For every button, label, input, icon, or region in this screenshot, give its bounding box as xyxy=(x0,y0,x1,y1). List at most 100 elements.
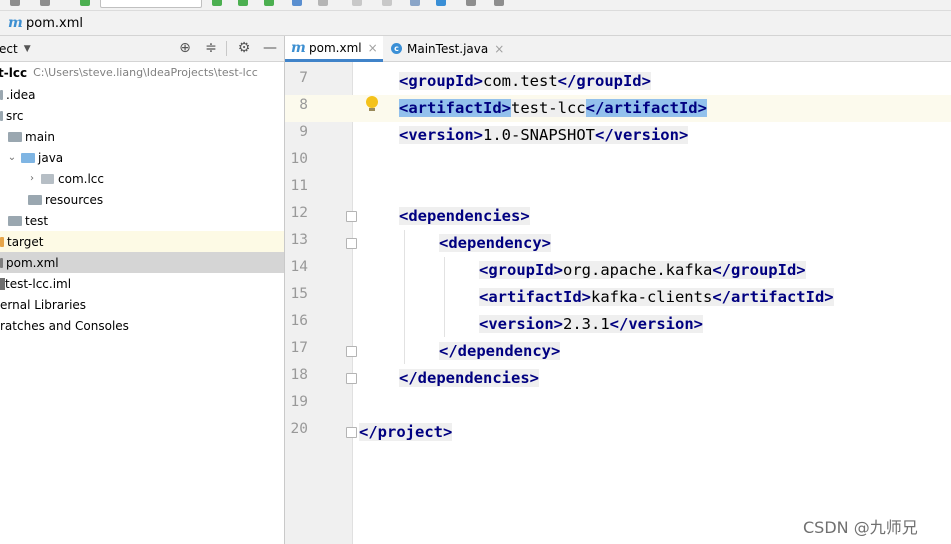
fold-marker[interactable] xyxy=(346,211,357,222)
chevron-right-icon[interactable]: › xyxy=(26,173,38,184)
fold-marker[interactable] xyxy=(346,373,357,384)
code-line-8: <artifactId>test-lcc</artifactId> xyxy=(399,95,707,122)
xml-tag: </artifactId> xyxy=(712,288,834,306)
xml-tag: </groupId> xyxy=(557,72,651,90)
search-icon[interactable] xyxy=(494,0,504,6)
forward-icon[interactable] xyxy=(40,0,50,6)
tree-item-external-libraries[interactable]: ernal Libraries xyxy=(0,294,284,315)
maven-m-icon: m xyxy=(291,39,306,56)
close-icon[interactable]: × xyxy=(494,42,504,56)
tree-item-main[interactable]: main xyxy=(0,126,284,147)
project-panel-header: ect ▼ ⊕ ≑ ⚙ — xyxy=(0,36,284,62)
xml-tag: <artifactId> xyxy=(479,288,591,306)
back-icon[interactable] xyxy=(10,0,20,6)
project-tree: t-lcc C:\Users\steve.liang\IdeaProjects\… xyxy=(0,62,284,544)
fold-marker[interactable] xyxy=(346,238,357,249)
xml-tag: <dependencies> xyxy=(399,207,530,225)
tree-item-java[interactable]: ⌄ java xyxy=(0,147,284,168)
maven-m-icon: m xyxy=(8,15,23,31)
code-line-17: </dependency> xyxy=(439,338,561,365)
tree-item-resources[interactable]: resources xyxy=(0,189,284,210)
xml-tag: </version> xyxy=(594,126,689,144)
folder-icon xyxy=(8,131,22,142)
code-line-12: <dependencies> xyxy=(399,203,530,230)
profile-icon[interactable] xyxy=(292,0,302,6)
indent-guide xyxy=(404,230,405,364)
line-number: 12 xyxy=(290,205,308,221)
xml-text: 1.0-SNAPSHOT xyxy=(483,126,595,144)
close-icon[interactable]: × xyxy=(368,41,378,55)
header-divider xyxy=(226,41,227,56)
source-folder-icon xyxy=(21,152,35,163)
xml-tag: <version> xyxy=(399,126,483,144)
line-number: 19 xyxy=(290,394,308,410)
coverage-icon[interactable] xyxy=(264,0,274,6)
code-line-20: </project> xyxy=(359,419,453,446)
line-number: 14 xyxy=(290,259,308,275)
stop-icon[interactable] xyxy=(318,0,328,6)
project-path: C:\Users\steve.liang\IdeaProjects\test-l… xyxy=(33,66,258,79)
build-icon[interactable] xyxy=(80,0,90,6)
tree-item-test[interactable]: test xyxy=(0,210,284,231)
collapse-all-icon[interactable]: ≑ xyxy=(203,40,219,56)
xml-tag: </version> xyxy=(609,315,703,333)
project-view-selector[interactable]: ect xyxy=(0,42,18,56)
gear-icon[interactable]: ⚙ xyxy=(236,40,252,56)
run-icon[interactable] xyxy=(212,0,222,6)
tree-item-com-lcc[interactable]: › com.lcc xyxy=(0,168,284,189)
update-icon[interactable] xyxy=(382,0,392,6)
structure-icon[interactable] xyxy=(436,0,446,6)
fold-marker[interactable] xyxy=(346,346,357,357)
bulb-icon[interactable] xyxy=(366,96,378,111)
sdk-icon[interactable] xyxy=(410,0,420,6)
line-number: 11 xyxy=(290,178,308,194)
xml-tag: <version> xyxy=(479,315,563,333)
package-icon xyxy=(41,173,54,184)
settings-icon[interactable] xyxy=(466,0,476,6)
tree-item-idea[interactable]: .idea xyxy=(0,84,284,105)
code-line-9: <version>1.0-SNAPSHOT</version> xyxy=(399,122,689,149)
xml-tag: </groupId> xyxy=(712,261,806,279)
chevron-down-icon[interactable]: ▼ xyxy=(24,44,31,54)
code-line-13: <dependency> xyxy=(439,230,551,257)
folder-icon xyxy=(0,110,3,121)
line-number: 17 xyxy=(290,340,308,356)
code-line-7: <groupId>com.test</groupId> xyxy=(399,68,651,95)
tree-item-pom-xml[interactable]: pom.xml xyxy=(0,252,284,273)
minimize-icon[interactable]: — xyxy=(262,40,278,56)
xml-tag: <groupId> xyxy=(399,72,483,90)
run-config-combo[interactable] xyxy=(100,0,202,8)
code-line-14: <groupId>org.apache.kafka</groupId> xyxy=(479,257,806,284)
debug-icon[interactable] xyxy=(238,0,248,6)
tree-item-target[interactable]: target xyxy=(0,231,284,252)
xml-text: 2.3.1 xyxy=(563,315,610,333)
code-line-15: <artifactId>kafka-clients</artifactId> xyxy=(479,284,834,311)
chevron-down-icon[interactable]: ⌄ xyxy=(6,152,18,163)
fold-marker[interactable] xyxy=(346,427,357,438)
indent-guide xyxy=(444,257,445,337)
tree-item-test-lcc-iml[interactable]: test-lcc.iml xyxy=(0,273,284,294)
tab-pom-xml[interactable]: m pom.xml × xyxy=(285,36,383,62)
code-line-18: </dependencies> xyxy=(399,365,539,392)
watermark: CSDN @九师兄 xyxy=(803,518,918,537)
xml-tag: </dependency> xyxy=(439,342,561,360)
tree-item-scratches[interactable]: ratches and Consoles xyxy=(0,315,284,336)
folder-icon xyxy=(8,215,22,226)
navigation-bar: m pom.xml xyxy=(0,11,951,36)
target-icon[interactable]: ⊕ xyxy=(177,40,193,56)
xml-tag-match: <artifactId> xyxy=(399,99,511,117)
tree-item-project-root[interactable]: t-lcc C:\Users\steve.liang\IdeaProjects\… xyxy=(0,62,284,83)
excluded-folder-icon xyxy=(0,236,4,247)
xml-text: com.test xyxy=(483,72,558,90)
xml-tag-match: </artifactId> xyxy=(585,99,707,117)
line-number: 10 xyxy=(290,151,308,167)
line-number: 13 xyxy=(290,232,308,248)
navbar-file[interactable]: pom.xml xyxy=(26,16,83,31)
resources-folder-icon xyxy=(28,194,42,205)
tab-maintest-java[interactable]: c MainTest.java × xyxy=(391,36,511,61)
line-number: 8 xyxy=(299,97,308,113)
vcs-icon[interactable] xyxy=(352,0,362,6)
tree-item-src[interactable]: src xyxy=(0,105,284,126)
line-number: 15 xyxy=(290,286,308,302)
xml-tag: </project> xyxy=(359,423,453,441)
